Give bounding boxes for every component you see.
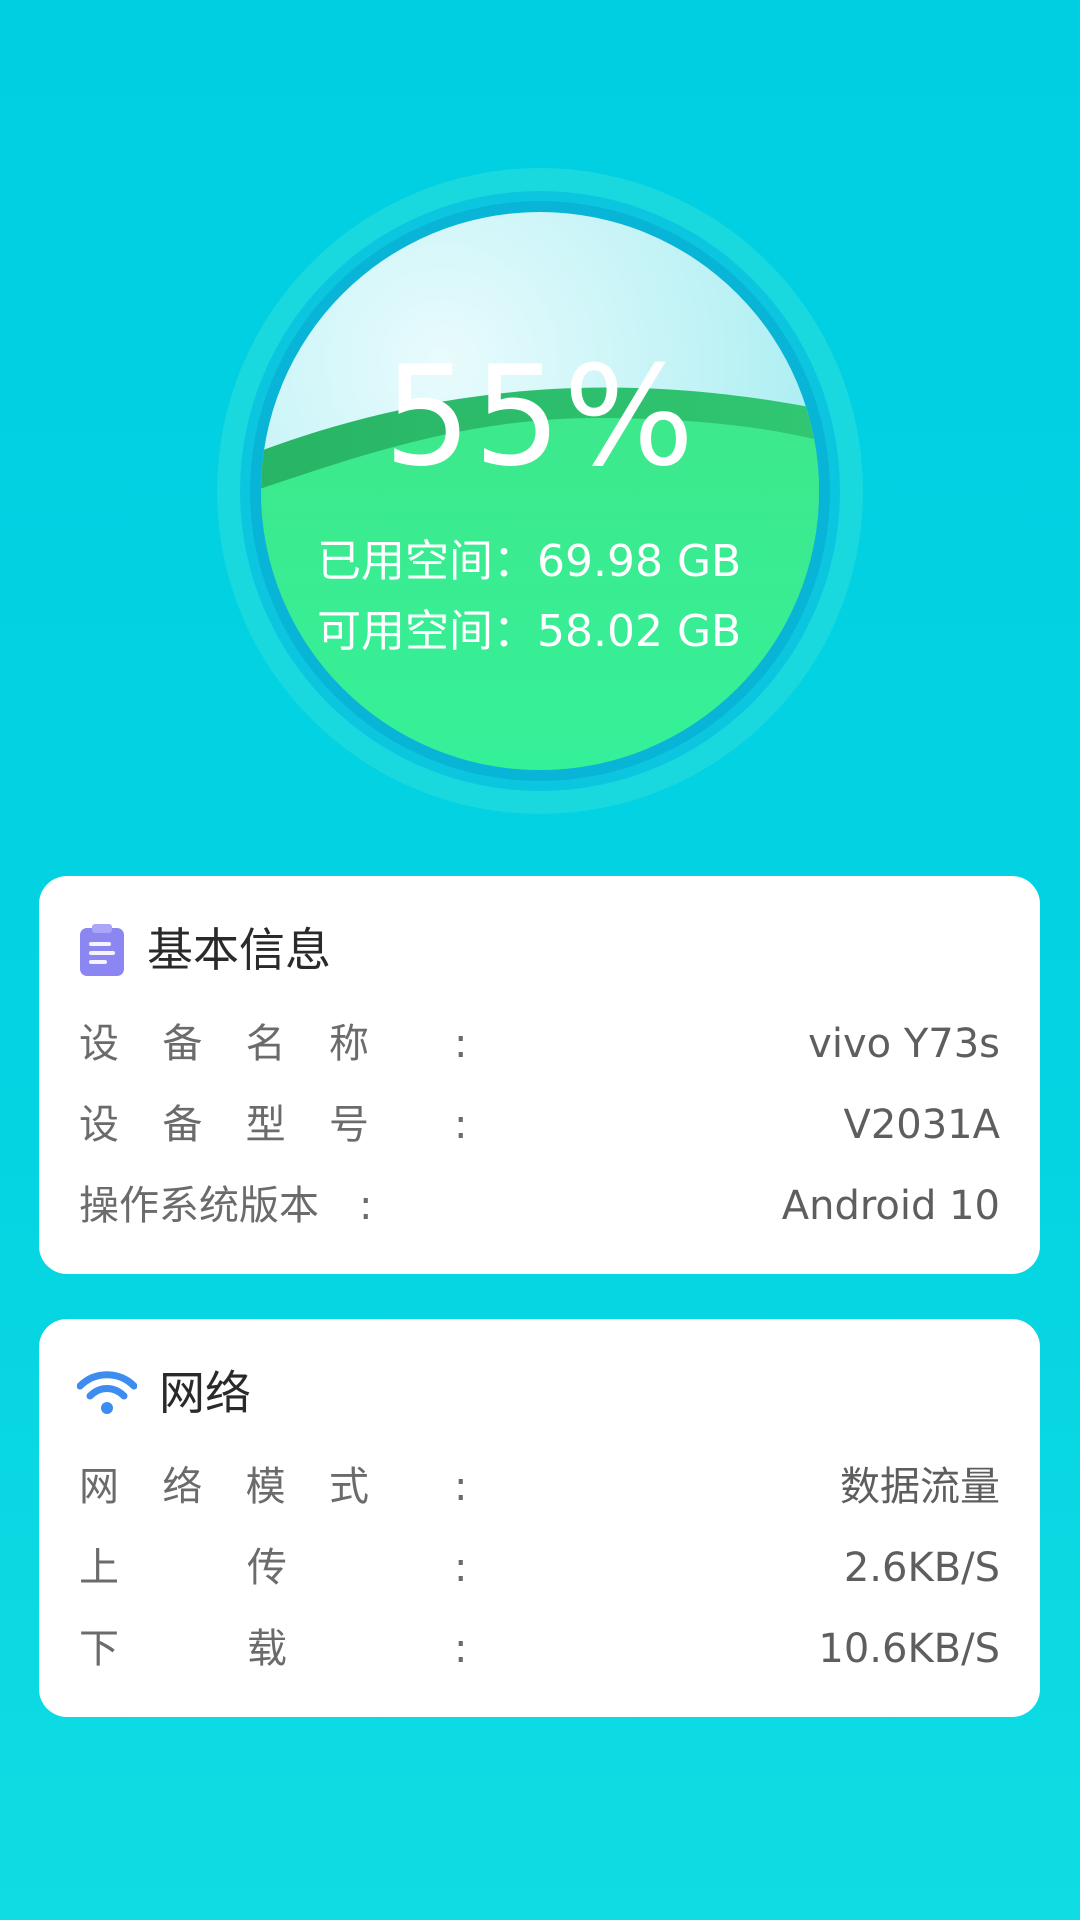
upload-label: 上 传 xyxy=(79,1538,429,1598)
network-mode-row: 网 络 模 式 : 数据流量 xyxy=(79,1457,1000,1517)
label-char: 传 xyxy=(247,1545,287,1591)
label-char: 式 xyxy=(328,1464,369,1510)
row-colon: : xyxy=(454,1626,468,1672)
download-value: 10.6KB/S xyxy=(818,1626,1000,1672)
label-char: 名 xyxy=(245,1021,286,1067)
upload-value: 2.6KB/S xyxy=(843,1545,1000,1591)
wifi-icon xyxy=(76,1366,138,1420)
row-colon: : xyxy=(359,1183,373,1229)
os-version-label: 操作系统版本 xyxy=(79,1176,429,1236)
label-char: 网 xyxy=(79,1464,119,1510)
device-model-label: 设 备 型 号 xyxy=(79,1095,429,1155)
label-char: 设 xyxy=(79,1102,119,1148)
label-char: 上 xyxy=(79,1545,119,1591)
free-space: 可用空间： 58.02 GB xyxy=(317,610,777,654)
storage-gauge-text: 55% 已用空间： 69.98 GB 可用空间： 58.02 GB xyxy=(217,168,863,814)
used-space-label: 已用空间： xyxy=(317,536,537,587)
network-header: 网络 xyxy=(76,1361,251,1425)
label-char: 号 xyxy=(328,1102,369,1148)
label-char: 备 xyxy=(162,1102,203,1148)
label-char: 型 xyxy=(245,1102,286,1148)
network-mode-label: 网 络 模 式 xyxy=(79,1457,429,1517)
device-name-value: vivo Y73s xyxy=(808,1021,1000,1067)
network-card: 网络 网 络 模 式 : 数据流量 上 传 : 2.6KB/S 下 载: 10… xyxy=(39,1319,1040,1717)
storage-percent: 55% xyxy=(383,336,697,497)
label-char: 模 xyxy=(245,1464,286,1510)
row-colon: : xyxy=(454,1464,468,1510)
device-name-row: 设 备 名 称 : vivo Y73s xyxy=(79,1014,1000,1074)
download-label: 下 载 xyxy=(79,1619,429,1679)
label-char: 称 xyxy=(328,1021,369,1067)
network-title: 网络 xyxy=(159,1366,251,1420)
upload-row: 上 传 : 2.6KB/S xyxy=(79,1538,1000,1598)
download-row: 下 载 : 10.6KB/S xyxy=(79,1619,1000,1679)
basic-info-card: 基本信息 设 备 名 称 : vivo Y73s 设 备 型 号 : V2031… xyxy=(39,876,1040,1274)
used-space-value: 69.98 GB xyxy=(537,536,742,587)
free-space-label: 可用空间： xyxy=(317,606,537,657)
basic-info-header: 基本信息 xyxy=(77,918,331,982)
row-colon: : xyxy=(454,1021,468,1067)
row-colon: : xyxy=(454,1102,468,1148)
storage-gauge: 55% 已用空间： 69.98 GB 可用空间： 58.02 GB xyxy=(217,168,863,814)
label-char: 设 xyxy=(79,1021,119,1067)
label-text: 操作系统版本 xyxy=(79,1183,319,1229)
label-char: 络 xyxy=(162,1464,203,1510)
label-char: 备 xyxy=(162,1021,203,1067)
used-space: 已用空间： 69.98 GB xyxy=(317,540,777,584)
label-char: 下 xyxy=(79,1626,119,1672)
os-version-row: 操作系统版本 : Android 10 xyxy=(79,1176,1000,1236)
os-version-value: Android 10 xyxy=(781,1183,1000,1229)
clipboard-icon xyxy=(77,923,127,977)
row-colon: : xyxy=(454,1545,468,1591)
free-space-value: 58.02 GB xyxy=(537,606,742,657)
device-model-value: V2031A xyxy=(843,1102,1000,1148)
device-name-label: 设 备 名 称 xyxy=(79,1014,429,1074)
device-model-row: 设 备 型 号 : V2031A xyxy=(79,1095,1000,1155)
basic-info-title: 基本信息 xyxy=(147,923,331,977)
label-char: 载 xyxy=(247,1626,287,1672)
network-mode-value: 数据流量 xyxy=(840,1464,1000,1510)
